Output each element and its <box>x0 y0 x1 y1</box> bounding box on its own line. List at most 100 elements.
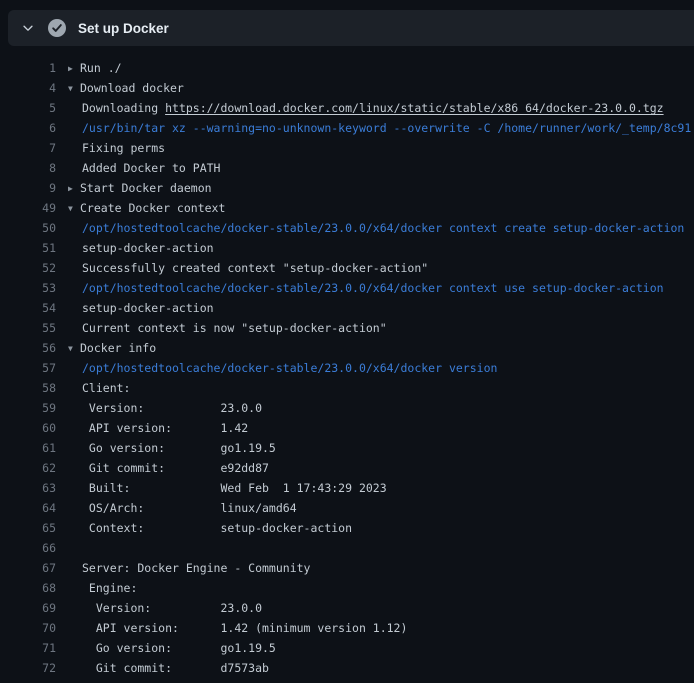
log-line: 60 API version: 1.42 <box>12 418 694 438</box>
line-number[interactable]: 49 <box>12 198 56 218</box>
line-content: /opt/hostedtoolcache/docker-stable/23.0.… <box>68 218 694 238</box>
line-content: Client: <box>68 378 694 398</box>
log-line: 65 Context: setup-docker-action <box>12 518 694 538</box>
line-number[interactable]: 53 <box>12 278 56 298</box>
log-line: 50 /opt/hostedtoolcache/docker-stable/23… <box>12 218 694 238</box>
line-number[interactable]: 9 <box>12 178 56 198</box>
line-content: Downloading https://download.docker.com/… <box>68 98 694 118</box>
command-text: /usr/bin/tar xz --warning=no-unknown-key… <box>82 121 691 135</box>
line-number[interactable]: 7 <box>12 138 56 158</box>
line-number[interactable]: 68 <box>12 578 56 598</box>
chevron-down-icon[interactable] <box>20 20 36 36</box>
group-title: Docker info <box>80 341 156 355</box>
line-number[interactable]: 65 <box>12 518 56 538</box>
log-group-toggle[interactable]: ▼Docker info <box>68 338 694 358</box>
log-line: 6 /usr/bin/tar xz --warning=no-unknown-k… <box>12 118 694 138</box>
line-content: Version: 23.0.0 <box>68 398 694 418</box>
log-group-toggle[interactable]: ▼Create Docker context <box>68 198 694 218</box>
line-number[interactable]: 55 <box>12 318 56 338</box>
line-content: setup-docker-action <box>68 238 694 258</box>
log-text: Engine: <box>82 581 137 595</box>
log-text: setup-docker-action <box>82 301 214 315</box>
line-number[interactable]: 57 <box>12 358 56 378</box>
group-title: Start Docker daemon <box>80 181 212 195</box>
line-number[interactable]: 52 <box>12 258 56 278</box>
group-expanded-icon: ▼ <box>68 79 80 99</box>
log-line: 56 ▼Docker info <box>12 338 694 358</box>
log-line: 69 Version: 23.0.0 <box>12 598 694 618</box>
line-number[interactable]: 8 <box>12 158 56 178</box>
log-container: 1 ▶Run ./ 4 ▼Download docker 5 Downloadi… <box>0 46 694 678</box>
log-line: 62 Git commit: e92dd87 <box>12 458 694 478</box>
line-number[interactable]: 70 <box>12 618 56 638</box>
line-number[interactable]: 5 <box>12 98 56 118</box>
line-content: Added Docker to PATH <box>68 158 694 178</box>
log-text: Go version: go1.19.5 <box>82 441 276 455</box>
log-text: Client: <box>82 381 130 395</box>
line-number[interactable]: 50 <box>12 218 56 238</box>
step-header[interactable]: Set up Docker <box>8 10 694 46</box>
log-text: Server: Docker Engine - Community <box>82 561 310 575</box>
line-number[interactable]: 62 <box>12 458 56 478</box>
log-group-toggle[interactable]: ▶Run ./ <box>68 58 694 78</box>
line-number[interactable]: 4 <box>12 78 56 98</box>
log-text: Version: 23.0.0 <box>82 601 262 615</box>
line-number[interactable]: 6 <box>12 118 56 138</box>
line-number[interactable]: 63 <box>12 478 56 498</box>
log-text: setup-docker-action <box>82 241 214 255</box>
group-collapsed-icon: ▶ <box>68 179 80 199</box>
log-line: 54 setup-docker-action <box>12 298 694 318</box>
line-number[interactable]: 58 <box>12 378 56 398</box>
line-content: Go version: go1.19.5 <box>68 638 694 658</box>
log-line: 5 Downloading https://download.docker.co… <box>12 98 694 118</box>
log-line: 8 Added Docker to PATH <box>12 158 694 178</box>
group-title: Download docker <box>80 81 184 95</box>
line-number[interactable]: 67 <box>12 558 56 578</box>
line-number[interactable]: 56 <box>12 338 56 358</box>
group-expanded-icon: ▼ <box>68 339 80 359</box>
log-line: 59 Version: 23.0.0 <box>12 398 694 418</box>
group-expanded-icon: ▼ <box>68 199 80 219</box>
log-text: Go version: go1.19.5 <box>82 641 276 655</box>
line-content: /opt/hostedtoolcache/docker-stable/23.0.… <box>68 278 694 298</box>
line-number[interactable]: 61 <box>12 438 56 458</box>
line-number[interactable]: 71 <box>12 638 56 658</box>
line-number[interactable]: 1 <box>12 58 56 78</box>
line-number[interactable]: 72 <box>12 658 56 678</box>
log-line: 9 ▶Start Docker daemon <box>12 178 694 198</box>
line-content: Git commit: e92dd87 <box>68 458 694 478</box>
line-number[interactable]: 66 <box>12 538 56 558</box>
command-text: /opt/hostedtoolcache/docker-stable/23.0.… <box>82 281 664 295</box>
command-text: /opt/hostedtoolcache/docker-stable/23.0.… <box>82 361 497 375</box>
log-line: 1 ▶Run ./ <box>12 58 694 78</box>
check-circle-icon <box>48 19 66 37</box>
log-link[interactable]: https://download.docker.com/linux/static… <box>165 101 664 115</box>
log-text: Built: Wed Feb 1 17:43:29 2023 <box>82 481 387 495</box>
line-number[interactable]: 51 <box>12 238 56 258</box>
line-content: Successfully created context "setup-dock… <box>68 258 694 278</box>
line-number[interactable]: 64 <box>12 498 56 518</box>
log-text: Version: 23.0.0 <box>82 401 262 415</box>
log-line: 71 Go version: go1.19.5 <box>12 638 694 658</box>
log-group-toggle[interactable]: ▶Start Docker daemon <box>68 178 694 198</box>
line-content: Git commit: d7573ab <box>68 658 694 678</box>
log-line: 58 Client: <box>12 378 694 398</box>
line-number[interactable]: 60 <box>12 418 56 438</box>
log-line: 67 Server: Docker Engine - Community <box>12 558 694 578</box>
line-content: setup-docker-action <box>68 298 694 318</box>
log-group-toggle[interactable]: ▼Download docker <box>68 78 694 98</box>
log-text: API version: 1.42 (minimum version 1.12) <box>82 621 407 635</box>
line-content: API version: 1.42 <box>68 418 694 438</box>
log-text: Git commit: d7573ab <box>82 661 269 675</box>
log-line: 55 Current context is now "setup-docker-… <box>12 318 694 338</box>
log-text: Successfully created context "setup-dock… <box>82 261 428 275</box>
log-text: Current context is now "setup-docker-act… <box>82 321 387 335</box>
group-title: Create Docker context <box>80 201 225 215</box>
step-title: Set up Docker <box>78 21 169 36</box>
line-number[interactable]: 69 <box>12 598 56 618</box>
line-content: OS/Arch: linux/amd64 <box>68 498 694 518</box>
line-number[interactable]: 59 <box>12 398 56 418</box>
log-text: Downloading <box>82 101 165 115</box>
log-line: 52 Successfully created context "setup-d… <box>12 258 694 278</box>
line-number[interactable]: 54 <box>12 298 56 318</box>
